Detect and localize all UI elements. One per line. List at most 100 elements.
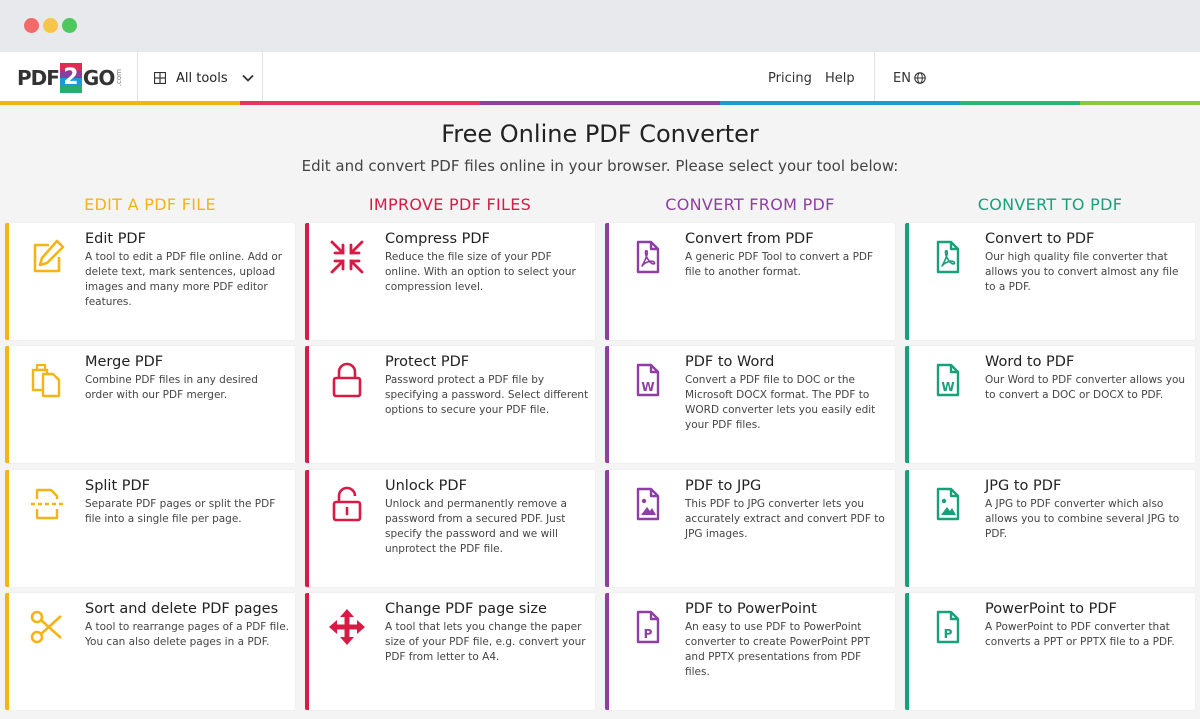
tool-description: An easy to use PDF to PowerPoint convert… bbox=[685, 621, 870, 678]
tool-title: JPG to PDF bbox=[985, 478, 1062, 494]
tool-card[interactable]: Compress PDF Reduce the file size of your… bbox=[305, 223, 595, 340]
svg-text:W: W bbox=[941, 380, 954, 394]
column-heading: CONVERT TO PDF bbox=[977, 195, 1123, 214]
tool-card[interactable]: Edit PDF A tool to edit a PDF file online… bbox=[5, 223, 295, 340]
tool-card[interactable]: P PDF to PowerPoint An easy to use PDF to … bbox=[605, 593, 895, 710]
page-title: Free Online PDF Converter bbox=[441, 120, 759, 148]
pdf-file-icon bbox=[627, 237, 667, 277]
close-window-dot[interactable] bbox=[24, 18, 39, 33]
stripe-segment bbox=[0, 101, 120, 105]
tool-title: Compress PDF bbox=[385, 231, 490, 247]
tool-description: Password protect a PDF file by specifyin… bbox=[385, 374, 589, 416]
page-subtitle: Edit and convert PDF files online in you… bbox=[301, 157, 899, 175]
logo-pdf-text: PDF bbox=[17, 66, 60, 90]
word-file-icon: W bbox=[927, 360, 967, 400]
tool-card[interactable]: P PowerPoint to PDF A PowerPoint to PDF co… bbox=[905, 593, 1195, 710]
tool-card[interactable]: Convert from PDF A generic PDF Tool to co… bbox=[605, 223, 895, 340]
tool-title: Convert to PDF bbox=[985, 231, 1095, 247]
chevron-down-icon bbox=[242, 74, 254, 82]
tool-card[interactable]: Split PDF Separate PDF pages or split the… bbox=[5, 470, 295, 587]
pdf2go-logo[interactable]: PDF 2 GO .com bbox=[17, 63, 123, 93]
logo-two-badge: 2 bbox=[59, 63, 82, 93]
nav-divider bbox=[874, 52, 875, 104]
language-label: EN bbox=[893, 70, 911, 86]
tool-title: Sort and delete PDF pages bbox=[85, 601, 279, 617]
tool-title: Change PDF page size bbox=[385, 601, 547, 617]
tool-card[interactable]: JPG to PDF A JPG to PDF converter which a… bbox=[905, 470, 1195, 587]
svg-text:P: P bbox=[944, 627, 953, 641]
tool-description: A tool to edit a PDF file online. Add or… bbox=[85, 251, 283, 308]
globe-icon bbox=[914, 72, 926, 84]
color-stripe bbox=[0, 101, 1200, 105]
stripe-segment bbox=[120, 101, 240, 105]
stripe-segment bbox=[1080, 101, 1200, 105]
tool-description: A PowerPoint to PDF converter that conve… bbox=[985, 621, 1175, 648]
nav-divider bbox=[137, 52, 138, 104]
tool-title: Convert from PDF bbox=[685, 231, 814, 247]
tool-card[interactable]: W PDF to Word Convert a PDF file to DOC or… bbox=[605, 346, 895, 463]
image-file-icon bbox=[627, 484, 667, 524]
all-tools-label: All tools bbox=[176, 70, 228, 86]
tool-description: Separate PDF pages or split the PDF file… bbox=[85, 498, 276, 525]
stripe-segment bbox=[960, 101, 1080, 105]
tool-title: Unlock PDF bbox=[385, 478, 467, 494]
tool-description: Our Word to PDF converter allows you to … bbox=[985, 374, 1186, 401]
tool-description: A tool to rearrange pages of a PDF file.… bbox=[85, 621, 289, 648]
tool-card[interactable]: PDF to JPG This PDF to JPG converter lets… bbox=[605, 470, 895, 587]
tool-card[interactable]: Sort and delete PDF pages A tool to rearr… bbox=[5, 593, 295, 710]
svg-text:W: W bbox=[641, 380, 654, 394]
tool-description: A tool that lets you change the paper si… bbox=[385, 621, 586, 663]
compress-icon bbox=[327, 237, 367, 277]
tool-title: Edit PDF bbox=[85, 231, 146, 247]
logo-go-text: GO bbox=[82, 66, 115, 90]
nav-divider bbox=[262, 52, 263, 104]
top-navigation: PDF 2 GO .com All tools Pricing Help EN bbox=[0, 52, 1200, 104]
tool-card[interactable]: Merge PDF Combine PDF files in any desire… bbox=[5, 346, 295, 463]
minimize-window-dot[interactable] bbox=[43, 18, 58, 33]
scissors-icon bbox=[27, 607, 67, 647]
image-file-icon bbox=[927, 484, 967, 524]
tool-description: A JPG to PDF converter which also allows… bbox=[985, 498, 1180, 540]
tool-card[interactable]: Convert to PDF Our high quality file conv… bbox=[905, 223, 1195, 340]
tool-card[interactable]: Change PDF page size A tool that lets you… bbox=[305, 593, 595, 710]
split-icon bbox=[27, 484, 67, 524]
language-selector[interactable]: EN bbox=[893, 52, 926, 104]
maximize-window-dot[interactable] bbox=[62, 18, 77, 33]
pricing-link[interactable]: Pricing bbox=[768, 52, 812, 104]
column-heading: EDIT A PDF FILE bbox=[84, 195, 216, 214]
edit-icon bbox=[27, 237, 67, 277]
tool-description: Unlock and permanently remove a password… bbox=[385, 498, 567, 555]
lock-icon bbox=[327, 360, 367, 400]
column-heading: CONVERT FROM PDF bbox=[665, 195, 835, 214]
tool-description: Convert a PDF file to DOC or the Microso… bbox=[685, 374, 876, 431]
tool-title: PowerPoint to PDF bbox=[985, 601, 1117, 617]
stripe-segment bbox=[480, 101, 600, 105]
stripe-segment bbox=[360, 101, 480, 105]
tool-title: Split PDF bbox=[85, 478, 151, 494]
tool-description: Combine PDF files in any desired order w… bbox=[85, 374, 258, 401]
powerpoint-file-icon: P bbox=[627, 607, 667, 647]
merge-icon bbox=[27, 360, 67, 400]
stripe-segment bbox=[600, 101, 720, 105]
powerpoint-file-icon: P bbox=[927, 607, 967, 647]
tool-card[interactable]: Protect PDF Password protect a PDF file b… bbox=[305, 346, 595, 463]
stripe-segment bbox=[240, 101, 360, 105]
logo-com-text: .com bbox=[115, 69, 124, 87]
tool-title: Protect PDF bbox=[385, 354, 470, 370]
all-tools-menu[interactable]: All tools bbox=[154, 52, 254, 104]
tool-title: Merge PDF bbox=[85, 354, 164, 370]
word-file-icon: W bbox=[627, 360, 667, 400]
tool-title: PDF to PowerPoint bbox=[685, 601, 817, 617]
tool-title: Word to PDF bbox=[985, 354, 1075, 370]
tool-card[interactable]: Unlock PDF Unlock and permanently remove … bbox=[305, 470, 595, 587]
pdf-file-icon bbox=[927, 237, 967, 277]
column-heading: IMPROVE PDF FILES bbox=[368, 195, 532, 214]
tool-title: PDF to Word bbox=[685, 354, 775, 370]
stripe-segment bbox=[720, 101, 840, 105]
tool-card[interactable]: W Word to PDF Our Word to PDF converter al… bbox=[905, 346, 1195, 463]
tool-description: Our high quality file converter that all… bbox=[985, 251, 1179, 293]
help-link[interactable]: Help bbox=[825, 52, 855, 104]
tool-description: A generic PDF Tool to convert a PDF file… bbox=[685, 251, 874, 278]
tool-description: This PDF to JPG converter lets you accur… bbox=[685, 498, 885, 540]
tool-description: Reduce the file size of your PDF online.… bbox=[385, 251, 576, 293]
